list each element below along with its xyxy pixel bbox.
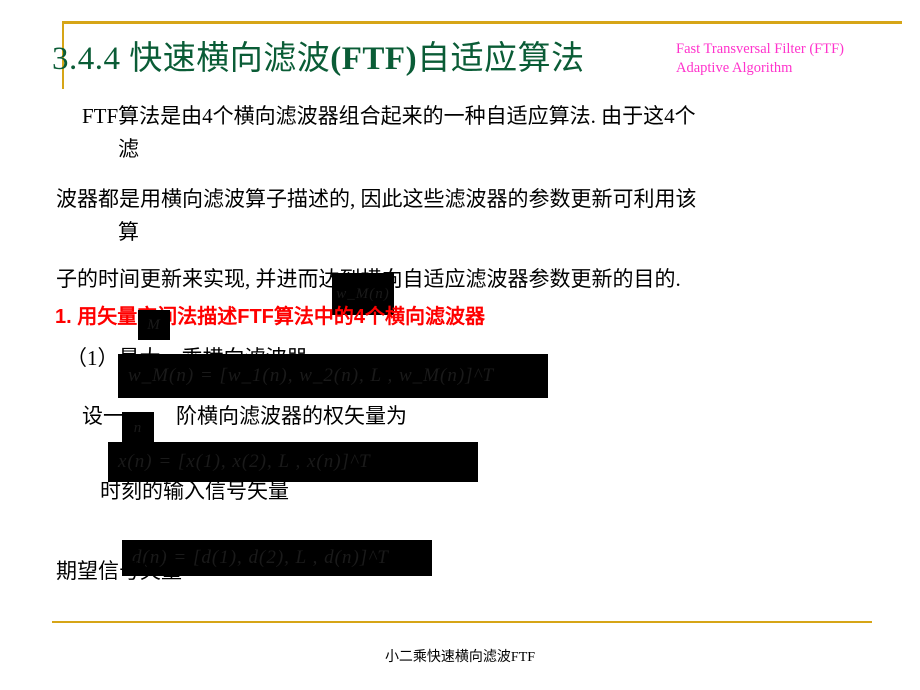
equation-weight-vector-text: w_M(n) = [w_1(n), w_2(n), L , w_M(n)]^T (128, 365, 495, 386)
paragraph-2-line-2: 算 (118, 220, 139, 244)
paragraph-2-line-1: 波器都是用横向滤波算子描述的, 因此这些滤波器的参数更新可利用该 (56, 187, 697, 211)
paragraph-1-line-2: 滤 (118, 137, 139, 161)
equation-input-vector-text: x(n) = [x(1), x(2), L , x(n)]^T (118, 451, 371, 472)
slide-title-chinese: 3.4.4 快速横向滤波(FTF)自适应算法 (52, 31, 585, 79)
equation-n-inline: n (122, 412, 154, 444)
title-chinese-part-a: 快速横向滤波 (129, 41, 331, 77)
equation-M-inline-text: M (147, 316, 161, 333)
line-jie-heng-xiang: 阶横向滤波器的权矢量为 (176, 404, 407, 428)
heading-numbered-red: 1. 用矢量空间法描述FTF算法中的4个横向滤波器 (55, 306, 486, 328)
equation-weight-vector: w_M(n) = [w_1(n), w_2(n), L , w_M(n)]^T (118, 354, 548, 398)
footer-divider-rule (52, 621, 872, 623)
equation-M-inline: M (138, 310, 170, 340)
line-she-yi: 设一 (82, 404, 124, 428)
title-ftf-acronym: (FTF) (330, 41, 418, 77)
line-input-signal-vector-label: 时刻的输入信号矢量 (100, 479, 289, 503)
title-english-line-2: Adaptive Algorithm (676, 60, 793, 76)
paragraph-1-line-1: FTF算法是由4个横向滤波器组合起来的一种自适应算法. 由于这4个 (82, 104, 696, 128)
title-english-line-1: Fast Transversal Filter (FTF) (676, 41, 844, 57)
title-section-number: 3.4.4 (52, 41, 130, 77)
slide-canvas: 3.4.4 快速横向滤波(FTF)自适应算法 Fast Transversal … (0, 0, 920, 690)
slide-title-english: Fast Transversal Filter (FTF) Adaptive A… (676, 40, 844, 78)
line-desired-signal-vector-label: 期望信号矢量 (56, 559, 182, 583)
equation-n-inline-text: n (133, 419, 143, 436)
slide-footer-text: 小二乘快速横向滤波FTF (384, 650, 536, 665)
title-chinese-part-b: 自适应算法 (417, 41, 585, 77)
header-divider-rule (62, 21, 902, 24)
